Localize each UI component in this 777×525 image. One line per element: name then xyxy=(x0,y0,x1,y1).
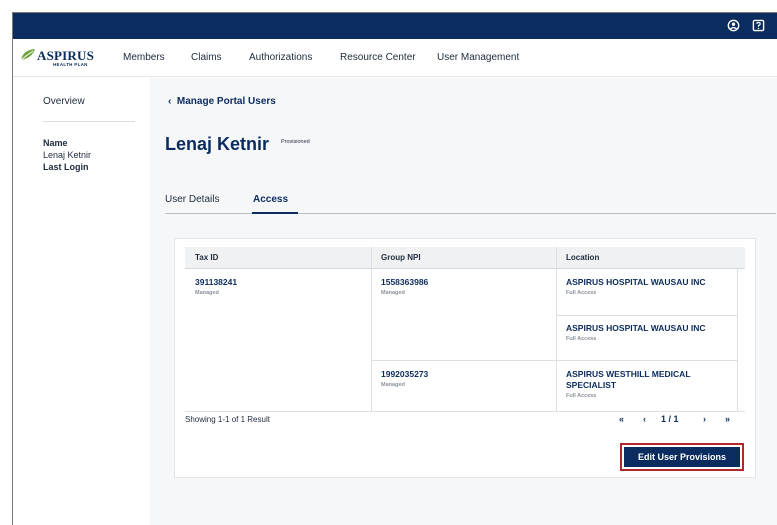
logo-subtext: HEALTH PLAN xyxy=(53,62,88,67)
user-circle-icon[interactable] xyxy=(725,17,741,33)
location-access: Full Access xyxy=(566,290,597,296)
location-name: ASPIRUS HOSPITAL WAUSAU INC xyxy=(566,277,706,287)
edit-user-provisions-button[interactable]: Edit User Provisions xyxy=(624,447,740,467)
prev-page-button[interactable]: ‹ xyxy=(643,414,646,424)
first-page-button[interactable]: « xyxy=(619,414,624,424)
app-window: ASPIRUS HEALTH PLAN Members Claims Autho… xyxy=(12,12,777,525)
location-name: ASPIRUS WESTHILL MEDICAL SPECIALIST xyxy=(566,369,691,390)
row-divider xyxy=(185,411,745,412)
row-divider xyxy=(371,360,737,361)
name-value: Lenaj Ketnir xyxy=(43,150,92,160)
status-badge: Provisioned xyxy=(281,139,310,145)
header-tax-id: Tax ID xyxy=(195,253,219,262)
top-bar xyxy=(13,13,777,39)
npi-value: 1558363986 xyxy=(381,277,429,287)
header-group-npi: Group NPI xyxy=(381,253,421,262)
back-link-manage-portal-users[interactable]: ‹ Manage Portal Users xyxy=(168,96,276,107)
sidebar-item-overview[interactable]: Overview xyxy=(43,96,85,107)
location-access: Full Access xyxy=(566,393,597,399)
location-name: ASPIRUS HOSPITAL WAUSAU INC xyxy=(566,323,706,333)
leaf-logo-icon xyxy=(20,49,35,61)
npi-status: Managed xyxy=(381,382,405,388)
column-divider xyxy=(556,247,557,411)
tab-user-details[interactable]: User Details xyxy=(165,194,219,205)
page-indicator: 1 / 1 xyxy=(661,414,679,424)
next-page-button[interactable]: › xyxy=(703,414,706,424)
page-title: Lenaj Ketnir xyxy=(165,134,270,154)
chevron-left-icon: ‹ xyxy=(168,96,172,107)
npi-status: Managed xyxy=(381,290,405,296)
column-divider xyxy=(737,269,738,411)
nav-resource-center[interactable]: Resource Center xyxy=(340,52,416,63)
active-tab-indicator xyxy=(252,212,298,214)
nav-authorizations[interactable]: Authorizations xyxy=(249,52,312,63)
nav-members[interactable]: Members xyxy=(123,52,165,63)
nav-claims[interactable]: Claims xyxy=(191,52,222,63)
result-count: Showing 1-1 of 1 Result xyxy=(185,415,270,424)
main-nav: ASPIRUS HEALTH PLAN Members Claims Autho… xyxy=(13,39,777,77)
column-divider xyxy=(371,247,372,411)
access-card: Tax ID Group NPI Location 391138241 Mana… xyxy=(174,238,756,478)
help-box-icon[interactable] xyxy=(750,17,766,33)
tab-bar: User Details Access xyxy=(165,192,776,214)
edit-button-highlight: Edit User Provisions xyxy=(620,443,744,471)
location-access: Full Access xyxy=(566,336,597,342)
row-divider xyxy=(556,315,737,316)
header-location: Location xyxy=(566,253,600,262)
aspirus-logo[interactable]: ASPIRUS HEALTH PLAN xyxy=(19,46,105,70)
last-page-button[interactable]: » xyxy=(725,414,730,424)
sidebar-divider xyxy=(43,121,135,122)
sidebar: Overview Name Lenaj Ketnir Last Login xyxy=(13,78,150,525)
npi-value: 1992035273 xyxy=(381,369,429,379)
table-header-row: Tax ID Group NPI Location xyxy=(185,247,745,269)
name-label: Name xyxy=(43,138,68,148)
nav-user-management[interactable]: User Management xyxy=(437,52,519,63)
tab-access[interactable]: Access xyxy=(253,194,288,205)
pagination: « ‹ 1 / 1 › » xyxy=(619,414,745,428)
back-link-label: Manage Portal Users xyxy=(176,96,276,107)
tax-id-status: Managed xyxy=(195,290,219,296)
main-content: ‹ Manage Portal Users Lenaj Ketnir Provi… xyxy=(150,78,777,525)
tax-id-value: 391138241 xyxy=(195,277,238,287)
last-login-label: Last Login xyxy=(43,162,89,172)
